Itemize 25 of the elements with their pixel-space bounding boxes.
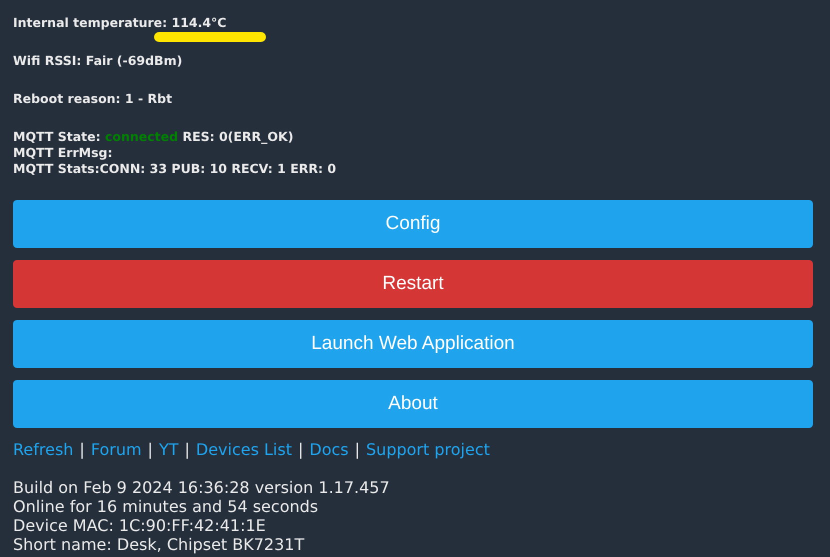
nav-link[interactable]: YT bbox=[158, 440, 178, 460]
separator-text: | bbox=[79, 440, 85, 460]
mqtt-errmsg-text: MQTT ErrMsg: bbox=[13, 145, 114, 161]
restart-button[interactable]: Restart bbox=[13, 260, 813, 308]
separator-text: | bbox=[354, 440, 360, 460]
reboot-text: Reboot reason: 1 - Rbt bbox=[13, 91, 174, 107]
separator-text: | bbox=[148, 440, 153, 460]
mqtt-state-text: MQTT State: connected RES: 0(ERR_OK) bbox=[13, 129, 294, 145]
nav-link[interactable]: Forum bbox=[90, 440, 142, 460]
wifi-text: Wifi RSSI: Fair (-69dBm) bbox=[13, 53, 184, 69]
info-text: Online for 16 minutes and 54 seconds bbox=[13, 497, 320, 516]
nav-link[interactable]: Refresh bbox=[13, 440, 74, 460]
action-button[interactable]: Config bbox=[13, 200, 813, 248]
separator-text: | bbox=[298, 440, 304, 460]
info-text: Device MAC: 1C:90:FF:42:41:1E bbox=[13, 516, 267, 535]
action-button[interactable]: About bbox=[13, 380, 813, 428]
separator-text: | bbox=[184, 440, 190, 460]
nav-link[interactable]: Docs bbox=[309, 440, 349, 460]
nav-link[interactable]: Devices List bbox=[196, 440, 292, 460]
temperature-text: Internal temperature: 114.4°C bbox=[13, 15, 226, 31]
mqtt-stats-text: MQTT Stats:CONN: 33 PUB: 10 RECV: 1 ERR: 0 bbox=[13, 161, 338, 177]
nav-link[interactable]: Support project bbox=[366, 440, 490, 460]
info-text: Build on Feb 9 2024 16:36:28 version 1.17.457 bbox=[13, 478, 391, 497]
info-text: Short name: Desk, Chipset BK7231T bbox=[13, 535, 306, 554]
action-button[interactable]: Launch Web Application bbox=[13, 320, 813, 368]
